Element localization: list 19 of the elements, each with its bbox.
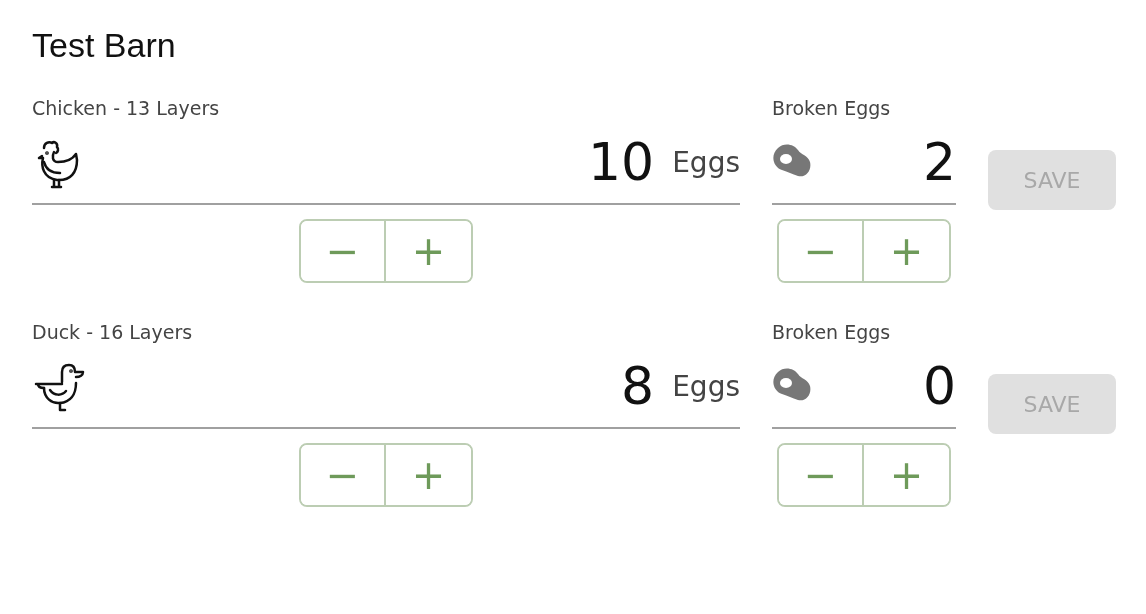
egg-unit: Eggs [672, 145, 740, 179]
broken-count-field[interactable]: 0 [772, 345, 956, 429]
egg-count: 10 [588, 136, 655, 188]
bird-label: Duck - 16 Layers [32, 320, 194, 345]
egg-count: 8 [621, 360, 655, 412]
decrement-button[interactable]: − [301, 221, 386, 281]
broken-count-field[interactable]: 2 [772, 121, 956, 205]
egg-count-field[interactable]: 10 Eggs [32, 121, 740, 205]
decrement-button[interactable]: − [779, 445, 864, 505]
barn-title: Test Barn [32, 26, 177, 65]
egg-unit: Eggs [672, 369, 740, 403]
decrement-button[interactable]: − [301, 445, 386, 505]
bird-label: Chicken - 13 Layers [32, 96, 221, 121]
broken-count: 2 [922, 136, 956, 188]
broken-count: 0 [922, 360, 956, 412]
egg-count-field[interactable]: 8 Eggs [32, 345, 740, 429]
broken-eggs-label: Broken Eggs [772, 320, 892, 345]
decrement-button[interactable]: − [779, 221, 864, 281]
broken-eggs-label: Broken Eggs [772, 96, 892, 121]
